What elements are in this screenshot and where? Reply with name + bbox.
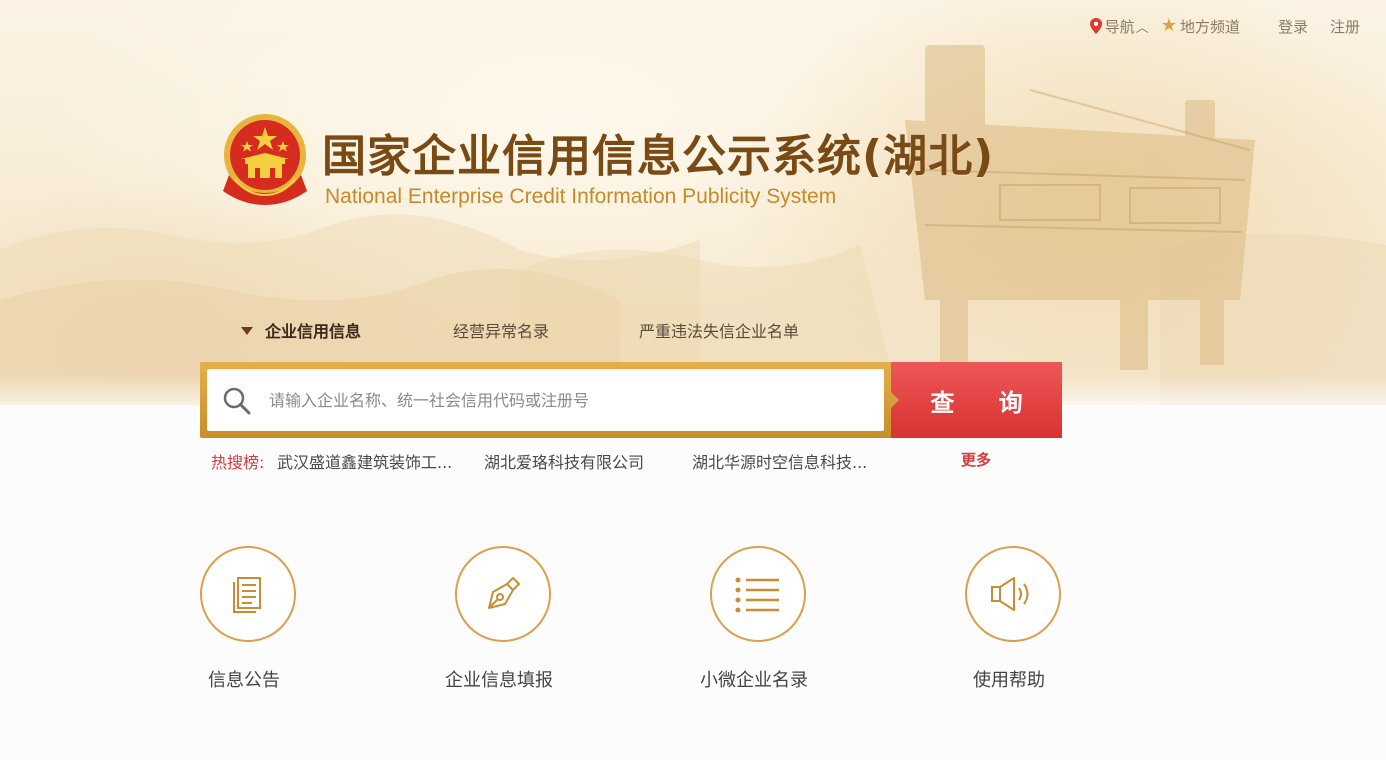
speaker-icon: [991, 577, 1029, 611]
search-bar: 查 询: [200, 362, 1062, 438]
hot-search-more-link[interactable]: 更多: [961, 449, 991, 470]
site-title: 国家企业信用信息公示系统(湖北): [322, 131, 995, 182]
search-input-container: [207, 369, 884, 431]
location-pin-icon: [1089, 18, 1102, 34]
star-icon: ★: [1160, 15, 1177, 36]
service-info-announcement[interactable]: 信息公告: [168, 546, 328, 696]
tab-label: 企业信用信息: [265, 322, 362, 341]
local-channel-link[interactable]: ★ 地方频道: [1161, 16, 1240, 37]
tab-abnormal-list[interactable]: 经营异常名录: [453, 318, 549, 342]
service-help[interactable]: 使用帮助: [933, 546, 1093, 696]
document-icon: [233, 577, 261, 613]
search-icon: [223, 387, 251, 415]
hot-search-item[interactable]: 湖北华源时空信息科技...: [692, 449, 867, 473]
tab-blacklist[interactable]: 严重违法失信企业名单: [639, 318, 799, 342]
site-subtitle: National Enterprise Credit Information P…: [325, 185, 837, 208]
register-link[interactable]: 注册: [1330, 16, 1360, 37]
national-emblem-logo: [223, 114, 307, 205]
hot-search-bar: 热搜榜: 武汉盛道鑫建筑装饰工... 湖北爱珞科技有限公司 湖北华源时空信息科技…: [211, 449, 1011, 473]
hot-search-item[interactable]: 武汉盛道鑫建筑装饰工...: [277, 449, 452, 473]
service-label: 使用帮助: [973, 670, 1045, 691]
nav-label: 导航: [1104, 17, 1135, 36]
search-button[interactable]: 查 询: [891, 362, 1062, 438]
search-input[interactable]: [269, 379, 869, 421]
service-icon-circle: [965, 546, 1061, 642]
hot-search-item[interactable]: 湖北爱珞科技有限公司: [484, 449, 644, 473]
service-label: 信息公告: [208, 670, 280, 691]
service-micro-enterprise-list[interactable]: 小微企业名录: [678, 546, 838, 696]
list-icon: [735, 577, 779, 613]
service-label: 企业信息填报: [445, 670, 553, 691]
caret-down-icon: [241, 326, 253, 335]
channel-label: 地方频道: [1179, 17, 1240, 36]
pen-icon: [488, 577, 520, 609]
login-link[interactable]: 登录: [1278, 16, 1308, 37]
hot-search-label: 热搜榜:: [211, 453, 265, 472]
service-enterprise-report[interactable]: 企业信息填报: [423, 546, 583, 696]
tab-enterprise-credit[interactable]: 企业信用信息: [241, 318, 361, 342]
service-icon-circle: [200, 546, 296, 642]
service-icon-circle: [710, 546, 806, 642]
caret-up-icon: ︿: [1135, 20, 1149, 36]
nav-menu[interactable]: 导航 ︿: [1089, 16, 1149, 37]
top-bar: 导航 ︿ ★ 地方频道 登录 注册: [1078, 14, 1360, 38]
service-icon-circle: [455, 546, 551, 642]
service-label: 小微企业名录: [700, 670, 808, 691]
